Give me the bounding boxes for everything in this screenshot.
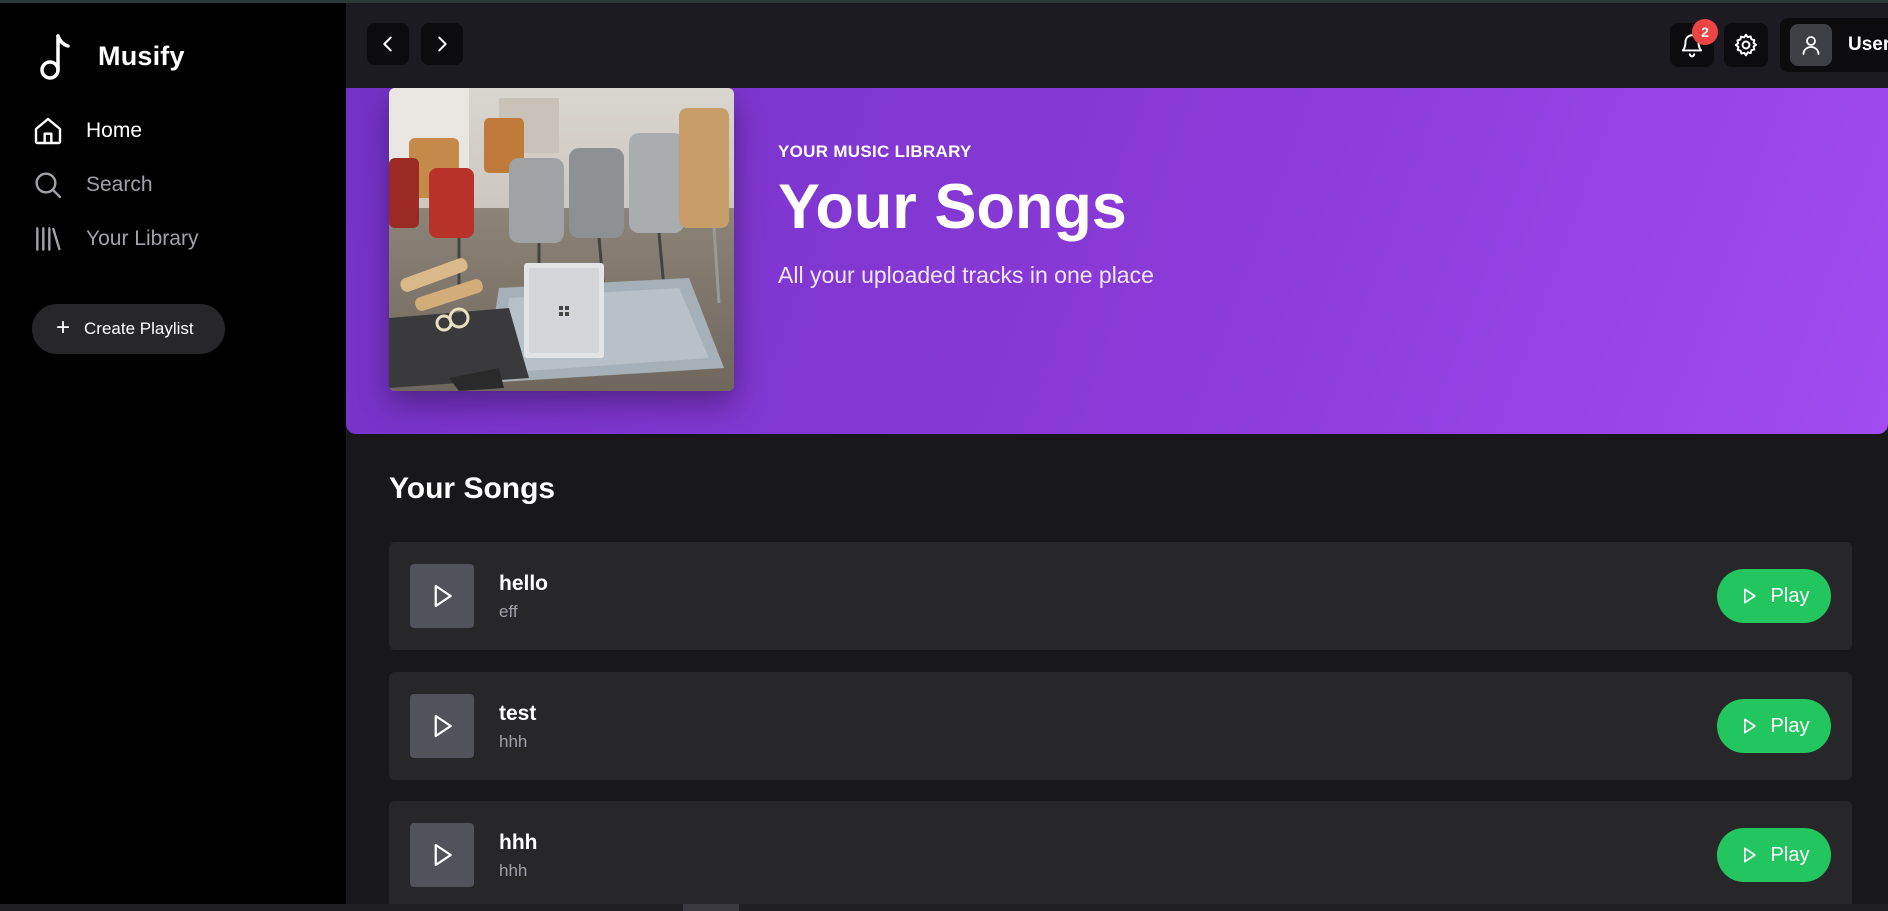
- music-note-icon: [40, 34, 70, 80]
- horizontal-scrollbar[interactable]: [0, 904, 1888, 911]
- library-hero: YOUR MUSIC LIBRARY Your Songs All your u…: [346, 58, 1888, 434]
- home-icon: [34, 117, 62, 145]
- window-top-border: [0, 0, 1888, 3]
- song-title: test: [499, 702, 537, 725]
- sidebar-item-library[interactable]: Your Library: [32, 212, 198, 266]
- sidebar-item-label: Search: [86, 173, 153, 196]
- play-icon: [434, 714, 452, 738]
- song-artist: eff: [499, 602, 518, 621]
- user-icon: [1802, 36, 1820, 55]
- play-button-label: Play: [1770, 584, 1810, 607]
- back-button[interactable]: [367, 23, 409, 65]
- sidebar-item-home[interactable]: Home: [32, 104, 198, 158]
- play-icon: [1743, 588, 1756, 604]
- play-button-label: Play: [1770, 843, 1810, 866]
- song-thumbnail-play[interactable]: [410, 823, 474, 887]
- play-button-label: Play: [1770, 714, 1810, 737]
- user-name: User: [1848, 34, 1888, 55]
- play-button[interactable]: Play: [1717, 569, 1831, 623]
- section-title: Your Songs: [389, 472, 556, 505]
- create-playlist-button[interactable]: + Create Playlist: [32, 304, 225, 354]
- hero-subtitle: All your uploaded tracks in one place: [778, 262, 1154, 289]
- plus-icon: +: [56, 314, 71, 341]
- sidebar-item-label: Your Library: [86, 227, 199, 250]
- sidebar-item-label: Home: [86, 119, 143, 142]
- brand[interactable]: Musify: [34, 32, 185, 80]
- gear-icon: [1734, 33, 1758, 57]
- song-row[interactable]: test hhh Play: [389, 672, 1852, 780]
- library-cover-image: [389, 88, 734, 391]
- app-name: Musify: [98, 40, 185, 71]
- notifications-button[interactable]: 2: [1670, 19, 1718, 67]
- song-thumbnail-play[interactable]: [410, 564, 474, 628]
- chevron-right-icon: [438, 36, 447, 52]
- hero-text: YOUR MUSIC LIBRARY Your Songs All your u…: [778, 142, 1154, 289]
- song-row[interactable]: hhh hhh Play: [389, 801, 1852, 909]
- search-icon: [35, 172, 62, 199]
- sidebar-item-search[interactable]: Search: [32, 158, 198, 212]
- play-button[interactable]: Play: [1717, 699, 1831, 753]
- song-thumbnail-play[interactable]: [410, 694, 474, 758]
- play-button[interactable]: Play: [1717, 828, 1831, 882]
- song-artist: hhh: [499, 861, 528, 880]
- avatar: [1790, 24, 1832, 66]
- library-icon: [36, 227, 61, 251]
- play-icon: [1743, 718, 1756, 734]
- notification-badge: 2: [1692, 19, 1718, 45]
- song-title: hello: [499, 572, 549, 595]
- sidebar: Musify Home Search Your Library + Create…: [0, 0, 346, 911]
- hero-eyebrow: YOUR MUSIC LIBRARY: [778, 142, 972, 161]
- scrollbar-thumb[interactable]: [683, 904, 739, 911]
- song-artist: hhh: [499, 732, 528, 751]
- play-icon: [1743, 847, 1756, 863]
- page-title: Your Songs: [778, 172, 1127, 242]
- top-bar: 2 User: [346, 0, 1888, 88]
- main-content: YOUR MUSIC LIBRARY Your Songs All your u…: [346, 0, 1888, 911]
- user-menu-button[interactable]: User: [1780, 18, 1888, 72]
- sidebar-nav: Home Search Your Library: [32, 104, 198, 266]
- play-icon: [434, 843, 452, 867]
- settings-button[interactable]: [1724, 23, 1768, 67]
- song-title: hhh: [499, 831, 538, 854]
- forward-button[interactable]: [421, 23, 463, 65]
- create-playlist-label: Create Playlist: [84, 319, 194, 338]
- play-icon: [434, 584, 452, 608]
- song-row[interactable]: hello eff Play: [389, 542, 1852, 650]
- chevron-left-icon: [383, 36, 392, 52]
